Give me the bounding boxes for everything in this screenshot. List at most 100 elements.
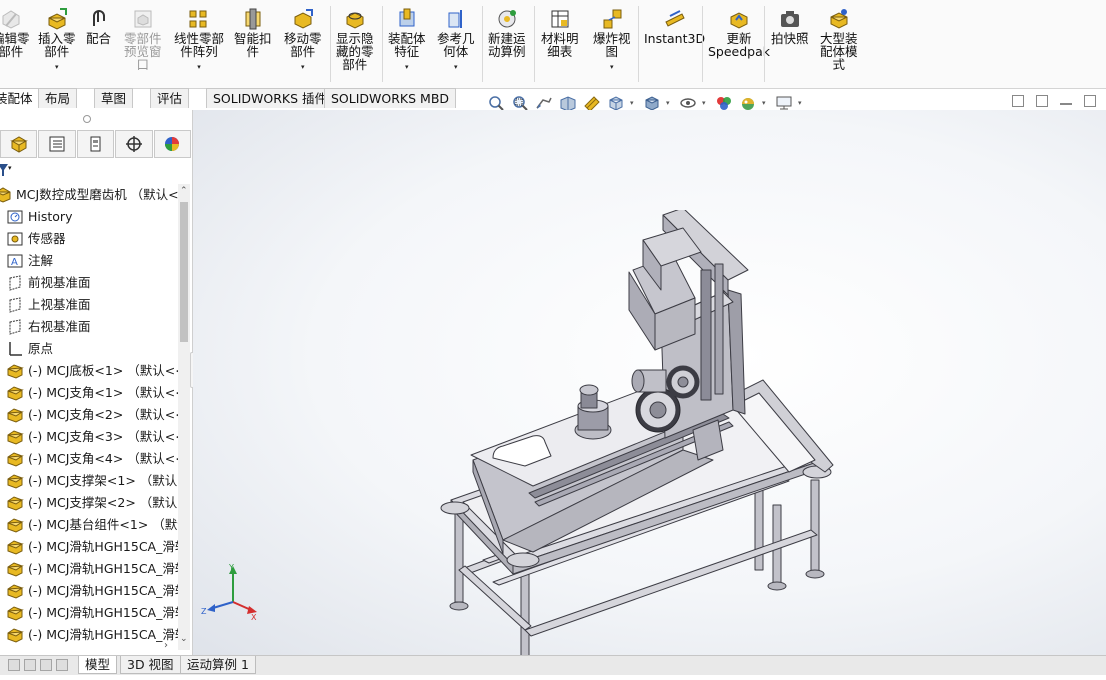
tree-item[interactable]: History	[0, 206, 178, 228]
update-speedpak-button[interactable]: 更新 Speedpak	[708, 8, 770, 84]
tree-item[interactable]: (-) MCJ支撑架<1> （默认<	[0, 470, 178, 492]
bill-of-materials-icon	[549, 8, 571, 30]
graphics-area[interactable]: Y X Z	[193, 110, 1106, 667]
tree-item[interactable]: (-) MCJ支角<4> （默认<<默	[0, 448, 178, 470]
tree-item[interactable]: 上视基准面	[0, 294, 178, 316]
display-style-dropdown-icon[interactable]: ▾	[666, 99, 674, 107]
mate-button[interactable]: 配合	[86, 8, 111, 84]
tree-item-label: History	[28, 209, 73, 224]
component-preview-button[interactable]: 零部件 预览窗 口	[124, 8, 162, 84]
tree-item-label: 前视基准面	[28, 275, 91, 290]
part-icon	[6, 627, 24, 643]
panel-right-icon[interactable]	[1036, 95, 1048, 107]
show-hidden-icon	[344, 8, 366, 30]
tree-item[interactable]: (-) MCJ底板<1> （默认<<默	[0, 360, 178, 382]
tree-item[interactable]: (-) MCJ滑轨HGH15CA_滑轨	[0, 558, 178, 580]
linear-pattern-button[interactable]: 线性零部 件阵列 ▾	[174, 8, 224, 84]
sensor-icon	[6, 231, 24, 247]
reference-geometry-label: 参考几 何体	[437, 31, 475, 59]
tab-assembly[interactable]: 装配体	[0, 88, 40, 108]
show-hidden-button[interactable]: 显示隐 藏的零 部件	[336, 8, 374, 84]
svg-text:A: A	[11, 257, 18, 268]
insert-component-icon	[46, 8, 68, 30]
assembly-features-dropdown-icon[interactable]: ▾	[405, 61, 409, 74]
panel-grip-icon[interactable]	[83, 115, 91, 123]
update-speedpak-icon	[728, 8, 750, 30]
new-motion-study-button[interactable]: 新建运 动算例	[488, 8, 526, 84]
tree-item[interactable]: (-) MCJ滑轨HGH15CA_滑轨	[0, 580, 178, 602]
scroll-down-icon[interactable]: ⌄	[180, 634, 188, 644]
tab-sketch[interactable]: 草图	[94, 88, 134, 108]
tree-item[interactable]: (-) MCJ滑轨HGH15CA_滑轨	[0, 536, 178, 558]
tree-root-assembly[interactable]: MCJ数控成型磨齿机 （默认<默认	[0, 184, 178, 206]
configuration-manager-tab[interactable]	[76, 130, 115, 158]
assembly-features-button[interactable]: 装配体 特征 ▾	[388, 8, 426, 84]
take-snapshot-button[interactable]: 拍快照	[771, 8, 809, 84]
tree-item[interactable]: (-) MCJ支撑架<2> （默认<	[0, 492, 178, 514]
hide-show-dropdown-icon[interactable]: ▾	[702, 99, 710, 107]
insert-component-dropdown-icon[interactable]: ▾	[55, 61, 59, 74]
tab-sw-mbd[interactable]: SOLIDWORKS MBD	[324, 88, 457, 108]
apply-scene-dropdown-icon[interactable]: ▾	[762, 99, 770, 107]
bill-of-materials-button[interactable]: 材料明 细表	[541, 8, 579, 84]
tree-scroll-thumb[interactable]	[180, 202, 188, 342]
tree-item[interactable]: (-) MCJ滑轨HGH15CA_滑轨	[0, 602, 178, 624]
show-hidden-label: 显示隐 藏的零 部件	[336, 31, 374, 72]
instant3d-button[interactable]: Instant3D	[644, 8, 705, 84]
insert-component-button[interactable]: 插入零 部件 ▾	[38, 8, 76, 84]
tree-root-label: MCJ数控成型磨齿机 （默认<默认	[16, 187, 178, 202]
bill-of-materials-label: 材料明 细表	[541, 31, 579, 59]
move-component-dropdown-icon[interactable]: ▾	[301, 61, 305, 74]
command-manager-ribbon: 编辑零 部件插入零 部件 ▾ 配合零部件 预览窗 口线性零部 件阵列 ▾ 智能扣 件移动…	[0, 0, 1106, 89]
tab-evaluate[interactable]: 评估	[150, 88, 190, 108]
move-component-button[interactable]: 移动零 部件 ▾	[284, 8, 322, 84]
tree-item[interactable]: (-) MCJ滑轨HGH15CA_滑轨	[0, 624, 178, 646]
tree-item[interactable]: (-) MCJ支角<3> （默认<<默	[0, 426, 178, 448]
property-manager-tab[interactable]	[38, 130, 76, 158]
assembly-features-icon	[396, 8, 418, 30]
tab-3d-views[interactable]: 3D 视图	[120, 656, 181, 674]
tree-item[interactable]: (-) MCJ基台组件<1> （默认	[0, 514, 178, 536]
smart-fasteners-label: 智能扣 件	[234, 31, 272, 59]
display-manager-tab[interactable]	[153, 130, 192, 158]
first-tab-icon[interactable]	[8, 659, 20, 671]
origin-icon	[6, 341, 24, 357]
reference-geometry-button[interactable]: 参考几 何体 ▾	[437, 8, 475, 84]
tree-item[interactable]: (-) MCJ支角<2> （默认<<默	[0, 404, 178, 426]
feature-manager-tab[interactable]	[0, 130, 38, 158]
reference-geometry-dropdown-icon[interactable]: ▾	[454, 61, 458, 74]
tree-item[interactable]: 右视基准面	[0, 316, 178, 338]
tree-expand-arrow-icon[interactable]: ›	[164, 640, 168, 651]
linear-pattern-dropdown-icon[interactable]: ▾	[197, 61, 201, 74]
tab-sw-addins[interactable]: SOLIDWORKS 插件	[206, 88, 335, 108]
view-settings-dropdown-icon[interactable]: ▾	[798, 99, 806, 107]
filter-dropdown-icon[interactable]: ▾	[8, 164, 12, 172]
next-tab-icon[interactable]	[40, 659, 52, 671]
tree-scrollbar[interactable]: ⌃ ⌄	[178, 184, 190, 650]
tree-item[interactable]: 传感器	[0, 228, 178, 250]
restore-icon[interactable]	[1084, 95, 1096, 107]
minimize-icon[interactable]	[1060, 95, 1072, 105]
panel-tabs	[0, 130, 192, 158]
tree-item[interactable]: 前视基准面	[0, 272, 178, 294]
tab-model[interactable]: 模型	[78, 656, 118, 674]
panel-left-icon[interactable]	[1012, 95, 1024, 107]
tab-motion-study-1[interactable]: 运动算例 1	[180, 656, 256, 674]
tab-layout[interactable]: 布局	[38, 88, 78, 108]
tree-item[interactable]: (-) MCJ支角<1> （默认<<默	[0, 382, 178, 404]
tree-item-label: 上视基准面	[28, 297, 91, 312]
dimxpert-manager-tab[interactable]	[115, 130, 153, 158]
scroll-up-icon[interactable]: ⌃	[180, 186, 188, 196]
large-assembly-mode-button[interactable]: 大型装 配体模 式	[820, 8, 858, 84]
smart-fasteners-button[interactable]: 智能扣 件	[234, 8, 272, 84]
prev-tab-icon[interactable]	[24, 659, 36, 671]
exploded-view-button[interactable]: 爆炸视 图 ▾	[593, 8, 631, 84]
exploded-view-dropdown-icon[interactable]: ▾	[610, 61, 614, 74]
edit-component-button[interactable]: 编辑零 部件	[0, 8, 30, 84]
grinding-machine-model[interactable]	[433, 210, 853, 680]
tree-item[interactable]: A 注解	[0, 250, 178, 272]
tree-item[interactable]: 原点	[0, 338, 178, 360]
last-tab-icon[interactable]	[56, 659, 68, 671]
viewport-window-controls	[1012, 95, 1096, 107]
view-orientation-dropdown-icon[interactable]: ▾	[630, 99, 638, 107]
